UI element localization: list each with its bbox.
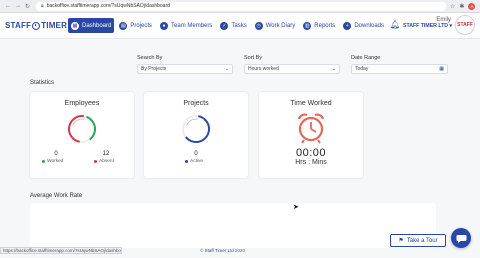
- date-range-label: Date Range: [351, 55, 381, 61]
- downloads-icon: +: [343, 21, 352, 30]
- app-header: STAFF TIMER ▦ Dashboard ▤ Projects ● Team Mem…: [0, 13, 480, 39]
- absent-legend: Absent: [94, 159, 114, 164]
- back-icon[interactable]: ←: [5, 3, 11, 10]
- employees-card: Employees 0 12 Worked Absent: [30, 92, 134, 178]
- statistics-title: Statistics: [30, 80, 55, 86]
- extension-icon[interactable]: ✱: [459, 3, 464, 10]
- browser-nav: ← → ↻: [0, 3, 30, 10]
- active-legend: Active: [185, 159, 203, 164]
- notification-bell-icon[interactable]: 🔔︎: [390, 20, 400, 29]
- reload-icon[interactable]: ↻: [25, 3, 30, 10]
- time-worked-card: Time Worked 00:00 Hrs : Mins: [259, 92, 363, 178]
- menu-item-downloads[interactable]: + Downloads: [340, 18, 387, 33]
- menu-item-label: Tasks: [231, 22, 247, 29]
- forward-icon[interactable]: →: [15, 3, 21, 10]
- search-by-label: Search By: [137, 55, 163, 61]
- tour-flag-icon: ⚑: [398, 238, 404, 244]
- dashboard-icon: ▦: [71, 21, 79, 30]
- active-count: 0: [194, 151, 198, 157]
- time-worked-unit: Hrs : Mins: [295, 159, 327, 166]
- date-range-input[interactable]: Today ▦: [351, 64, 448, 74]
- projects-ring: [182, 115, 210, 143]
- chat-bubble-icon: [456, 234, 466, 243]
- take-a-tour-label: Take a Tour: [406, 237, 438, 244]
- menu-item-label: Reports: [314, 22, 336, 29]
- time-worked-value: 00:00: [295, 147, 327, 159]
- chevron-down-icon: ⌄: [331, 66, 336, 72]
- active-label: Active: [190, 159, 204, 164]
- star-icon[interactable]: ☆: [450, 3, 455, 10]
- menu-item-label: Projects: [130, 22, 153, 29]
- browser-toolbar: ← → ↻ 🔒︎ backoffice.stafftimerapp.com/?s…: [0, 0, 480, 13]
- sort-by-label: Sort By: [244, 55, 263, 61]
- menu-item-label: Team Members: [171, 22, 213, 29]
- menu-item-reports[interactable]: ▥ Reports: [300, 18, 338, 33]
- date-range-filter: Date Range Today ▦: [351, 55, 448, 74]
- logo-text-right: TIMER: [41, 21, 68, 30]
- absent-count: 12: [102, 151, 110, 157]
- search-by-filter: Search By By Projects ⌄: [137, 55, 233, 74]
- logo-text-left: STAFF: [5, 21, 32, 30]
- take-a-tour-button[interactable]: ⚑ Take a Tour: [390, 234, 446, 247]
- tasks-icon: ✓: [220, 21, 229, 30]
- worked-legend: Worked: [42, 159, 63, 164]
- menu-item-dashboard[interactable]: ▦ Dashboard: [68, 18, 115, 33]
- main-menu: ▦ Dashboard ▤ Projects ● Team Members ✓ Tasks ◷ W…: [68, 18, 387, 33]
- browser-extensions: ☆ ✱ A ⋮: [450, 2, 480, 10]
- menu-item-tasks[interactable]: ✓ Tasks: [217, 18, 249, 33]
- copyright-symbol: ©: [200, 248, 204, 253]
- profile-avatar[interactable]: A: [468, 2, 476, 10]
- menu-item-team-members[interactable]: ● Team Members: [157, 18, 215, 33]
- employees-ring: [68, 115, 96, 143]
- chat-button[interactable]: [451, 228, 471, 248]
- chevron-down-icon: ⌄: [224, 66, 229, 72]
- employees-title: Employees: [64, 100, 100, 107]
- logo-clock-icon: [32, 21, 41, 30]
- absent-dot: [94, 160, 97, 163]
- worked-label: Worked: [47, 159, 64, 164]
- time-worked-title: Time Worked: [290, 100, 332, 107]
- alarm-clock-icon: [297, 113, 325, 144]
- sort-by-filter: Sort By Hours worked ⌄: [244, 55, 340, 74]
- search-by-select[interactable]: By Projects ⌄: [137, 64, 233, 74]
- calendar-icon[interactable]: ▦: [439, 66, 444, 72]
- footer-company-link[interactable]: Staff Timer Ltd: [205, 248, 234, 253]
- team-icon: ●: [160, 21, 169, 30]
- reports-icon: ▥: [303, 21, 312, 30]
- average-work-rate-panel: [30, 203, 436, 248]
- projects-title: Projects: [183, 100, 209, 107]
- lock-icon: 🔒︎: [41, 3, 44, 9]
- mouse-cursor-icon: ➤: [293, 204, 299, 211]
- worked-dot: [42, 160, 45, 163]
- footer: © Staff Timer Ltd 2020: [200, 248, 245, 253]
- menu-item-label: Work Diary: [265, 22, 296, 29]
- menu-item-projects[interactable]: ▤ Projects: [116, 18, 155, 33]
- address-text: backoffice.stafftimerapp.com/?sUqwNbSAOj…: [46, 3, 170, 9]
- address-bar[interactable]: 🔒︎ backoffice.stafftimerapp.com/?sUqwNbS…: [36, 1, 447, 11]
- sort-by-value: Hours worked: [248, 66, 279, 72]
- company-selector[interactable]: STAFF TIMER LTD ▾: [403, 23, 452, 29]
- projects-card: Projects 0 Active: [144, 92, 248, 178]
- user-info[interactable]: Emily STAFF TIMER LTD ▾: [403, 17, 452, 29]
- user-avatar[interactable]: STAFF: [455, 15, 475, 35]
- footer-year: 2020: [235, 248, 246, 253]
- sort-by-select[interactable]: Hours worked ⌄: [244, 64, 340, 74]
- search-by-value: By Projects: [141, 66, 167, 72]
- active-dot: [185, 160, 188, 163]
- app-logo[interactable]: STAFF TIMER: [0, 21, 68, 30]
- date-range-value: Today: [355, 66, 369, 72]
- menu-item-label: Dashboard: [82, 22, 112, 29]
- projects-icon: ▤: [119, 21, 128, 30]
- average-work-rate-title: Average Work Rate: [30, 193, 83, 199]
- menu-item-work-diary[interactable]: ◷ Work Diary: [252, 18, 299, 33]
- diary-icon: ◷: [254, 21, 263, 30]
- menu-item-label: Downloads: [354, 22, 384, 29]
- absent-label: Absent: [99, 159, 114, 164]
- link-status-bar: https://backoffice.stafftimerapp.com/?sU…: [0, 247, 122, 254]
- worked-count: 0: [54, 151, 58, 157]
